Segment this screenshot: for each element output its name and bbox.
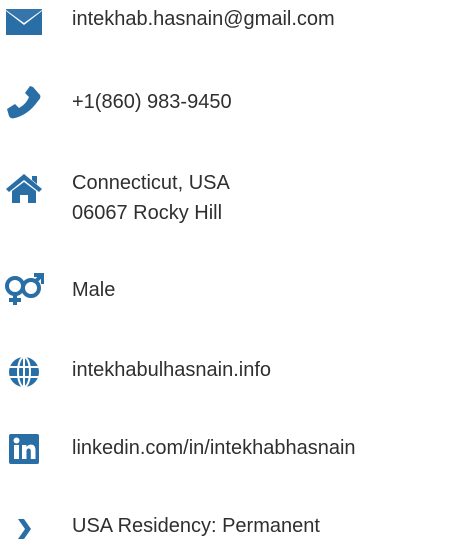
website-link[interactable]: intekhabulhasnain.info [72, 359, 271, 381]
home-icon [4, 170, 44, 206]
gender-icon [4, 272, 44, 308]
envelope-icon [4, 4, 44, 40]
linkedin-link[interactable]: linkedin.com/in/intekhabhasnain [72, 437, 356, 459]
contact-info-list: intekhab.hasnain@gmail.com +1(860) 983-9… [0, 0, 454, 547]
residency-text: USA Residency: Permanent [72, 515, 320, 537]
gender-text: Male [72, 279, 116, 301]
email-link[interactable]: intekhab.hasnain@gmail.com [72, 8, 335, 30]
address-line-1: Connecticut, USA [72, 172, 230, 194]
phone-link[interactable]: +1(860) 983-9450 [72, 91, 232, 113]
address-text: Connecticut, USA 06067 Rocky Hill [72, 168, 230, 228]
chevron-right-icon [4, 511, 44, 547]
phone-icon [4, 84, 44, 120]
globe-icon [4, 354, 44, 390]
address-line-2: 06067 Rocky Hill [72, 202, 223, 224]
linkedin-icon [4, 431, 44, 467]
